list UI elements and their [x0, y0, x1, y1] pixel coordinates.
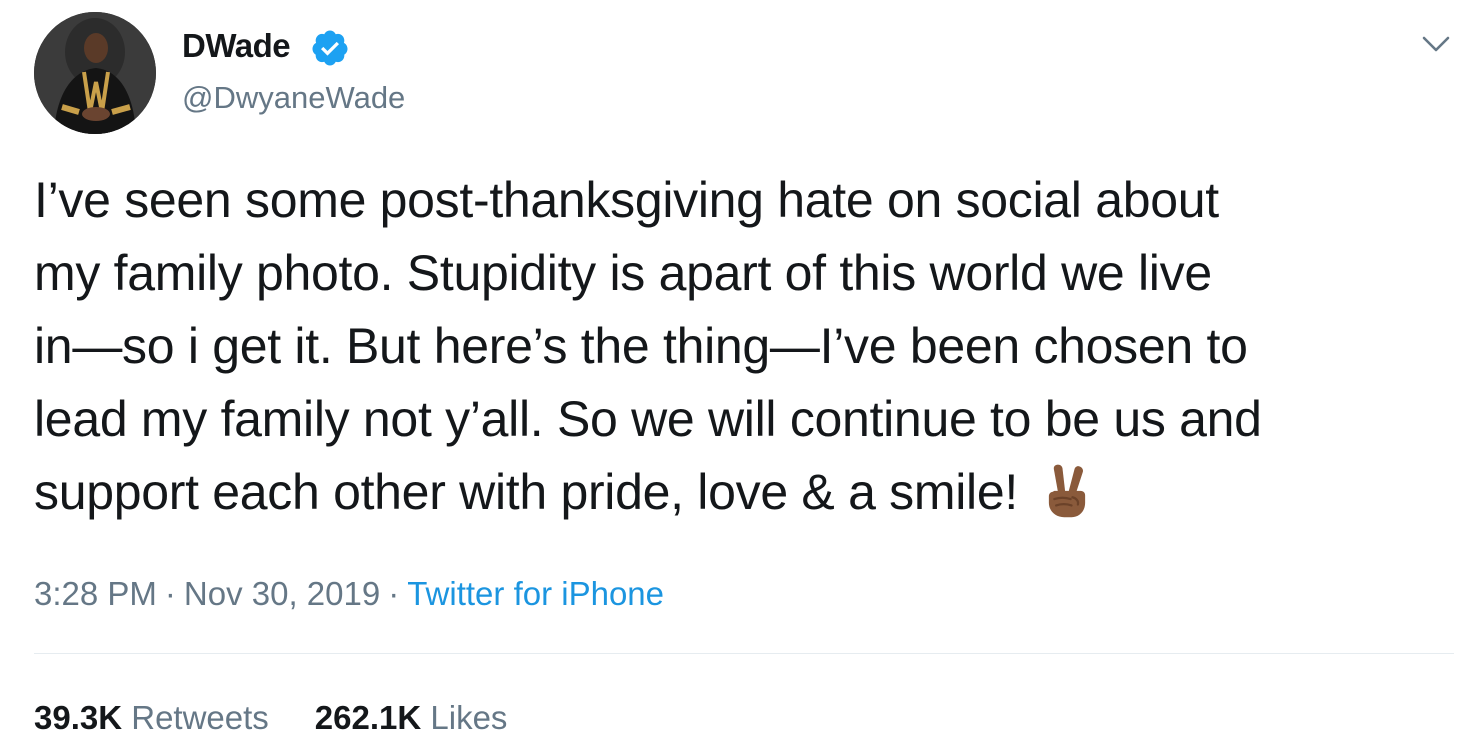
- tweet-source-link[interactable]: Twitter for iPhone: [407, 575, 664, 612]
- likes-stat[interactable]: 262.1K Likes: [315, 699, 508, 736]
- tweet-stats: 39.3K Retweets 262.1K Likes: [34, 696, 507, 740]
- tweet-body: I’ve seen some post-thanksgiving hate on…: [34, 164, 1444, 529]
- tweet-time[interactable]: 3:28 PM: [34, 575, 157, 612]
- meta-separator: ·: [164, 575, 176, 612]
- stats-divider: [34, 653, 1454, 654]
- tweet-date[interactable]: Nov 30, 2019: [184, 575, 380, 612]
- meta-separator: ·: [388, 575, 400, 612]
- retweets-stat[interactable]: 39.3K Retweets: [34, 699, 269, 736]
- tweet-line: lead my family not y’all. So we will con…: [34, 391, 1262, 447]
- tweet-line: support each other with pride, love & a …: [34, 464, 1018, 520]
- chevron-down-icon[interactable]: [1418, 26, 1454, 62]
- tweet-card: DWade @DwyaneWade I’ve seen some post-th…: [0, 0, 1460, 756]
- tweet-line: my family photo. Stupidity is apart of t…: [34, 245, 1212, 301]
- verified-badge-icon: [312, 30, 348, 66]
- author-handle[interactable]: @DwyaneWade: [182, 78, 405, 118]
- tweet-line: I’ve seen some post-thanksgiving hate on…: [34, 172, 1219, 228]
- tweet-meta: 3:28 PM · Nov 30, 2019 · Twitter for iPhone: [34, 572, 664, 616]
- likes-label: Likes: [430, 699, 508, 736]
- tweet-line: in—so i get it. But here’s the thing—I’v…: [34, 318, 1248, 374]
- author-display-name[interactable]: DWade: [182, 26, 291, 66]
- likes-count: 262.1K: [314, 699, 422, 736]
- retweets-label: Retweets: [131, 699, 269, 736]
- avatar-image: [34, 12, 156, 134]
- victory-hand-emoji-icon: [1048, 464, 1086, 518]
- retweets-count: 39.3K: [34, 699, 123, 736]
- author-avatar[interactable]: [34, 12, 156, 134]
